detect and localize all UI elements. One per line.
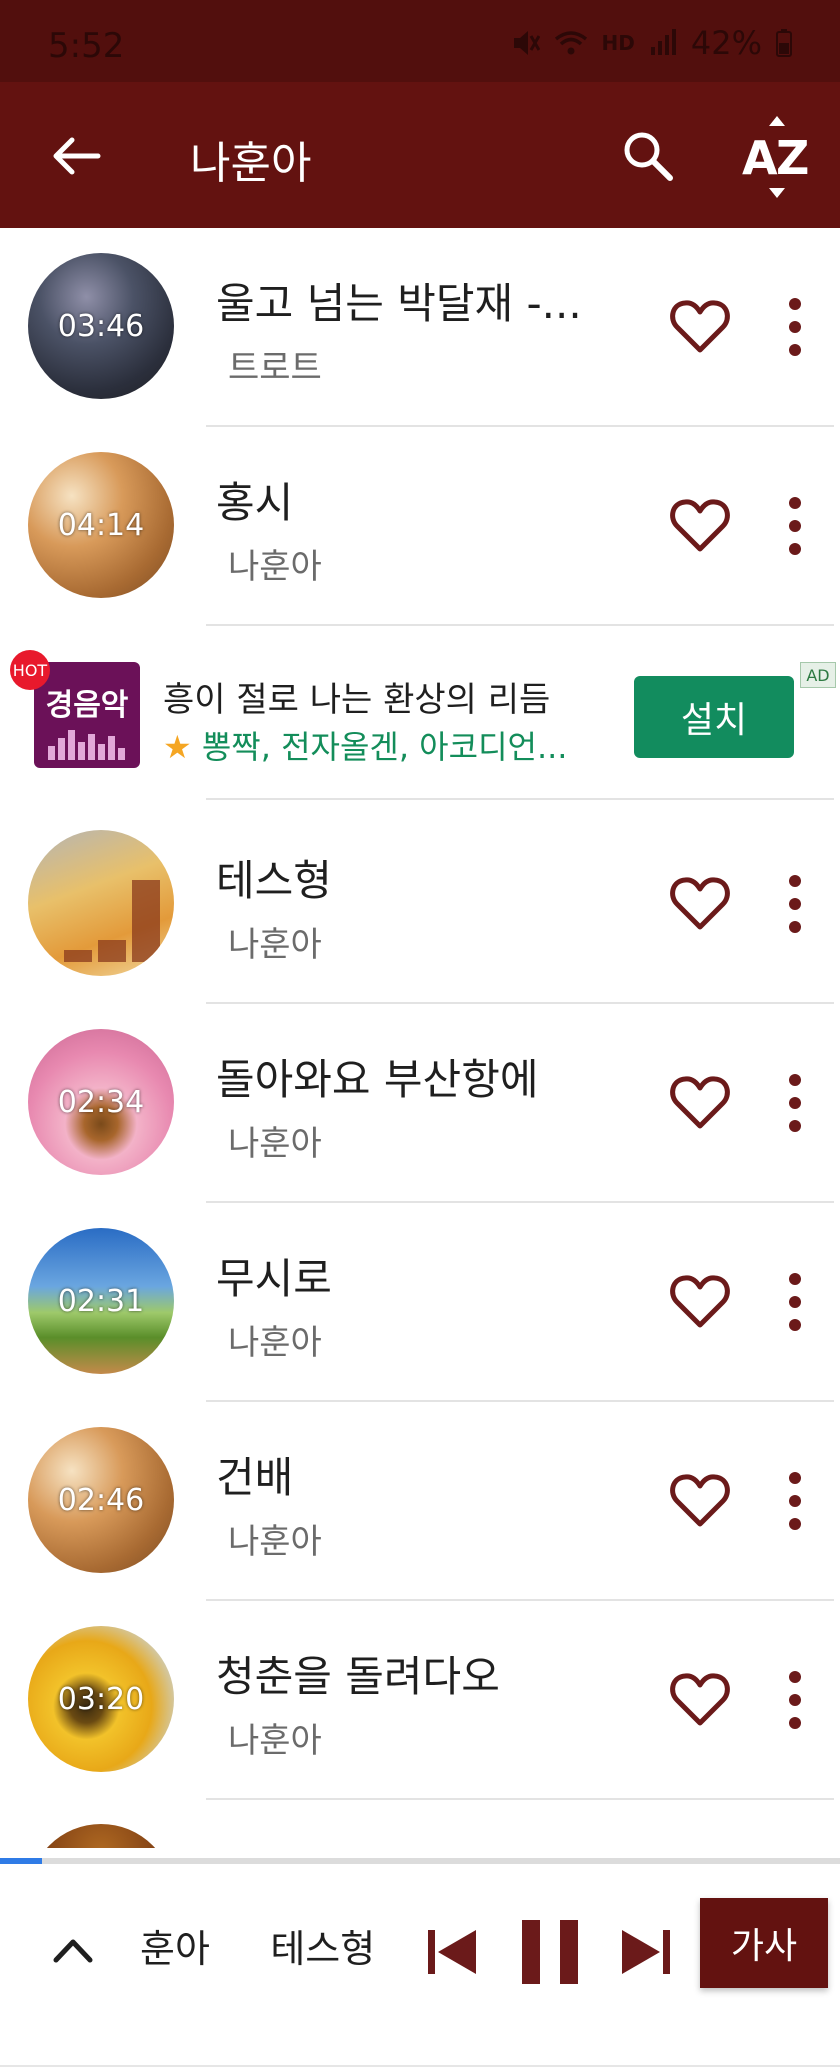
album-art: 03:46 [28,253,174,399]
status-time: 5:52 [48,26,125,66]
duration-label: 02:31 [57,1283,145,1319]
previous-track-icon[interactable] [424,1924,480,1980]
ad-subtitle: ★ 뽕짝, 전자올겐, 아코디언... [163,722,567,768]
status-bar: 5:52 HD 42% [0,0,840,82]
album-art: 02:34 [28,1029,174,1175]
ad-subtitle-text: 뽕짝, 전자올겐, 아코디언... [201,728,568,766]
next-track-icon[interactable] [618,1924,674,1980]
ad-app-logo: 경음악 [34,662,140,768]
star-icon: ★ [163,728,192,766]
song-artist: 나훈아 [228,1124,322,1164]
song-title: 건배 [216,1453,294,1502]
album-art: 02:31 [28,1228,174,1374]
ad-badge: AD [800,662,836,688]
search-icon[interactable] [620,128,676,184]
more-options-icon[interactable] [770,1070,820,1136]
song-artist: 트로트 [228,348,322,388]
song-row[interactable]: 04:14 홍시 나훈아 [0,427,840,626]
battery-icon [776,29,792,57]
duration-label: 03:20 [57,1681,145,1717]
duration-label: 03:46 [57,308,145,344]
more-options-icon[interactable] [770,1667,820,1733]
album-art [28,1824,174,1848]
row-divider [206,1798,834,1800]
now-playing-text: 훈아 테스형 [140,1927,376,1971]
row-divider [206,798,834,800]
equalizer-icon [48,730,125,760]
ad-logo-text: 경음악 [45,688,129,723]
album-art: 02:46 [28,1427,174,1573]
song-artist: 나훈아 [228,1522,322,1562]
song-title: 청춘을 돌려다오 [216,1652,500,1701]
heart-icon[interactable] [668,1468,732,1532]
ad-title: 흥이 절로 나는 환상의 리듬 [163,680,551,720]
partial-song-row [0,1824,840,1848]
pause-icon[interactable] [518,1916,582,1988]
hd-label: HD [601,31,635,55]
heart-icon[interactable] [668,1269,732,1333]
app-bar: 나훈아 AZ [0,82,840,228]
song-artist: 나훈아 [228,1323,322,1363]
song-title: 돌아와요 부산항에 [216,1055,539,1104]
song-title: 홍시 [216,478,294,527]
song-row[interactable]: 03:20 청춘을 돌려다오 나훈아 [0,1601,840,1800]
battery-percent: 42% [690,24,762,62]
album-art: 03:20 [28,1626,174,1772]
svg-text:A: A [742,131,778,185]
album-art: 04:14 [28,452,174,598]
more-options-icon[interactable] [770,1269,820,1335]
mini-player: 훈아 테스형 가사 [0,1858,840,2067]
heart-icon[interactable] [668,1667,732,1731]
chevron-up-icon[interactable] [50,1928,96,1974]
song-title: 테스형 [216,856,332,905]
more-options-icon[interactable] [770,294,820,360]
song-row[interactable]: 02:31 무시로 나훈아 [0,1203,840,1402]
song-row[interactable]: 03:46 울고 넘는 박달재 -... 트로트 [0,228,840,427]
now-playing-marquee[interactable]: 훈아 테스형 [140,1918,410,1988]
duration-label: 04:14 [57,507,145,543]
song-title: 울고 넘는 박달재 -... [216,279,582,328]
song-row[interactable]: 테스형 나훈아 [0,805,840,1004]
signal-icon [650,29,676,55]
album-art [28,830,174,976]
ad-banner[interactable]: 경음악 HOT 흥이 절로 나는 환상의 리듬 ★ 뽕짝, 전자올겐, 아코디언… [0,622,840,800]
page-title: 나훈아 [190,138,312,189]
install-button[interactable]: 설치 [634,676,794,758]
more-options-icon[interactable] [770,1468,820,1534]
svg-text:Z: Z [776,131,809,185]
duration-label: 02:46 [57,1482,145,1518]
playback-progress-bar[interactable] [0,1858,840,1864]
heart-icon[interactable] [668,493,732,557]
lyrics-button[interactable]: 가사 [700,1898,828,1988]
more-options-icon[interactable] [770,871,820,937]
progress-fill [0,1858,42,1864]
duration-label [28,830,174,976]
song-artist: 나훈아 [228,547,322,587]
wifi-icon [554,31,587,55]
sort-az-icon[interactable]: AZ [740,114,814,200]
heart-icon[interactable] [668,871,732,935]
more-options-icon[interactable] [770,493,820,559]
song-artist: 나훈아 [228,925,322,965]
back-arrow-icon[interactable] [46,126,106,186]
status-icons: HD 42% [512,24,792,62]
heart-icon[interactable] [668,1070,732,1134]
mute-icon [513,31,540,55]
song-title: 무시로 [216,1254,332,1303]
song-row[interactable]: 02:34 돌아와요 부산항에 나훈아 [0,1004,840,1203]
song-artist: 나훈아 [228,1721,322,1761]
song-row[interactable]: 02:46 건배 나훈아 [0,1402,840,1601]
heart-icon[interactable] [668,294,732,358]
hot-badge: HOT [10,650,50,690]
duration-label: 02:34 [57,1084,145,1120]
